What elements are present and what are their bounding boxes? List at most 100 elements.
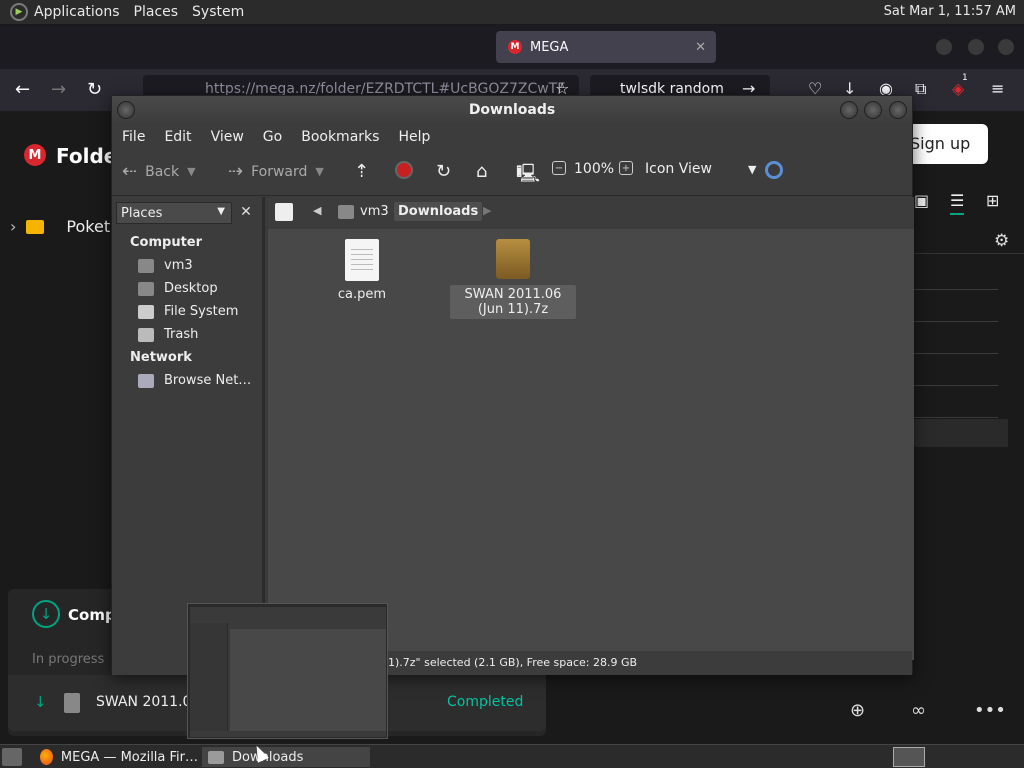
menu-go[interactable]: Go (263, 129, 282, 145)
chevron-down-icon[interactable]: ▼ (315, 165, 323, 178)
file-item[interactable]: SWAN 2011.06 (Jun 11).7z (450, 239, 576, 319)
applications-menu[interactable]: Applications (34, 4, 120, 20)
tab-mega[interactable]: M MEGA ✕ (496, 31, 716, 63)
taskbar-item-downloads[interactable]: Downloads (202, 747, 370, 767)
sidebar-item-filesystem[interactable]: File System (138, 304, 238, 319)
sidebar-item-desktop[interactable]: Desktop (138, 281, 218, 296)
list-view-icon[interactable]: ☰ (950, 191, 965, 215)
minimize-button[interactable] (840, 101, 858, 119)
gnome-foot-icon[interactable]: ▶ (10, 3, 28, 21)
view-mode-select[interactable]: Icon View ▼ (645, 161, 756, 177)
menu-bar: File Edit View Go Bookmarks Help (112, 124, 912, 150)
tab-background-1[interactable] (6, 31, 236, 63)
places-combo[interactable]: Places ▼ (116, 202, 232, 224)
window-preview-thumbnail[interactable] (187, 603, 388, 739)
edit-location-icon[interactable] (275, 203, 293, 221)
maximize-button[interactable] (864, 101, 882, 119)
zoom-level: 100% (574, 161, 615, 177)
ublock-badge: 1 (962, 73, 968, 83)
sidebar-item-browse-network[interactable]: Browse Net… (138, 373, 251, 388)
home-button[interactable]: ⌂ (476, 161, 495, 182)
download-circle-icon[interactable]: ⊕ (850, 700, 865, 721)
menu-file[interactable]: File (122, 129, 145, 145)
drive-icon (138, 304, 154, 319)
chevron-right-icon[interactable]: › (10, 217, 16, 236)
text-file-icon (345, 239, 379, 281)
zoom-out-icon: − (552, 161, 566, 175)
menu-edit[interactable]: Edit (164, 129, 191, 145)
bottom-panel: MEGA — Mozilla Fir… Downloads (0, 744, 1024, 768)
forward-arrow-icon: ⇢ (228, 161, 244, 182)
close-window-button[interactable] (998, 39, 1014, 55)
home-icon: ⌂ (476, 161, 488, 182)
folder-icon (208, 750, 224, 764)
path-right-arrow-icon[interactable]: ▶ (483, 204, 491, 217)
taskbar-item-firefox[interactable]: MEGA — Mozilla Fir… (34, 747, 198, 767)
sidebar-item-vm3[interactable]: vm3 (138, 258, 193, 273)
grid-view-icon[interactable]: ⊞ (986, 191, 999, 210)
workspace-switcher[interactable] (893, 747, 925, 767)
preview-content (230, 629, 386, 731)
file-manager-window: Downloads File Edit View Go Bookmarks He… (111, 95, 914, 675)
home-folder-icon (138, 258, 154, 273)
back-arrow-icon[interactable]: ← (15, 79, 30, 100)
stop-icon (395, 161, 413, 179)
settings-gear-icon[interactable]: ⚙ (994, 231, 1009, 251)
chevron-down-icon[interactable]: ▼ (187, 165, 195, 178)
close-button[interactable] (889, 101, 907, 119)
forward-arrow-icon[interactable]: → (51, 79, 66, 100)
clock[interactable]: Sat Mar 1, 11:57 AM (884, 4, 1016, 19)
close-tab-icon[interactable]: ✕ (695, 40, 706, 55)
zoom-out-button[interactable]: − (552, 161, 572, 175)
reload-icon[interactable]: ↻ (87, 79, 102, 100)
folder-tree-label: Poket (66, 217, 111, 236)
tab-background-2[interactable] (250, 31, 490, 63)
path-segment-vm3[interactable]: vm3 (338, 204, 389, 219)
chevron-down-icon[interactable]: ▼ (748, 163, 756, 176)
file-view[interactable]: ca.pem SWAN 2011.06 (Jun 11).7z (268, 229, 914, 660)
stop-button[interactable] (395, 161, 413, 179)
mega-logo-icon[interactable]: M (24, 144, 46, 166)
computer-button[interactable]: 🖳 (516, 161, 548, 191)
minimize-button[interactable] (936, 39, 952, 55)
search-icon (765, 161, 783, 179)
transfer-file-name: SWAN 2011.06 (96, 694, 201, 710)
system-menu[interactable]: System (192, 4, 244, 20)
show-desktop-icon[interactable] (2, 748, 22, 766)
transfer-status: Completed (447, 694, 524, 710)
path-left-arrow-icon[interactable]: ◀ (313, 204, 321, 217)
thumbnail-view-icon[interactable]: ▣ (914, 191, 929, 210)
sidebar-item-trash[interactable]: Trash (138, 327, 198, 342)
menu-view[interactable]: View (211, 129, 244, 145)
forward-button[interactable]: ⇢ Forward ▼ (228, 161, 324, 182)
reload-button[interactable]: ↻ (436, 161, 459, 182)
extensions-icon[interactable]: ⧉ (915, 79, 926, 99)
download-arrow-icon: ↓ (34, 693, 47, 711)
menu-bookmarks[interactable]: Bookmarks (301, 129, 379, 145)
row-divider (912, 353, 998, 354)
back-button[interactable]: ⇠ Back ▼ (122, 161, 196, 182)
archive-icon (496, 239, 530, 279)
link-icon[interactable]: ∞ (911, 700, 926, 721)
preview-window (190, 607, 386, 737)
window-titlebar[interactable]: Downloads (112, 96, 912, 124)
hamburger-menu-icon[interactable]: ≡ (991, 79, 1004, 98)
path-segment-downloads[interactable]: Downloads (394, 202, 483, 221)
maximize-button[interactable] (968, 39, 984, 55)
computer-icon: 🖳 (516, 163, 541, 184)
search-button[interactable] (765, 161, 783, 179)
tab-title: MEGA (530, 39, 569, 55)
folder-tree-item[interactable]: › Poket (10, 217, 110, 236)
divider (912, 253, 1024, 254)
highlighted-row[interactable] (912, 419, 1008, 447)
places-menu[interactable]: Places (134, 4, 179, 20)
file-name: SWAN 2011.06 (Jun 11).7z (450, 285, 576, 319)
close-sidebar-icon[interactable]: ✕ (235, 202, 257, 224)
window-menu-button[interactable] (117, 101, 135, 119)
zoom-in-button[interactable]: + (619, 161, 639, 175)
menu-help[interactable]: Help (398, 129, 430, 145)
more-options-icon[interactable]: ••• (974, 700, 1006, 721)
back-arrow-icon: ⇠ (122, 161, 138, 182)
file-item[interactable]: ca.pem (314, 239, 410, 302)
up-button[interactable]: ⇡ (354, 161, 377, 182)
